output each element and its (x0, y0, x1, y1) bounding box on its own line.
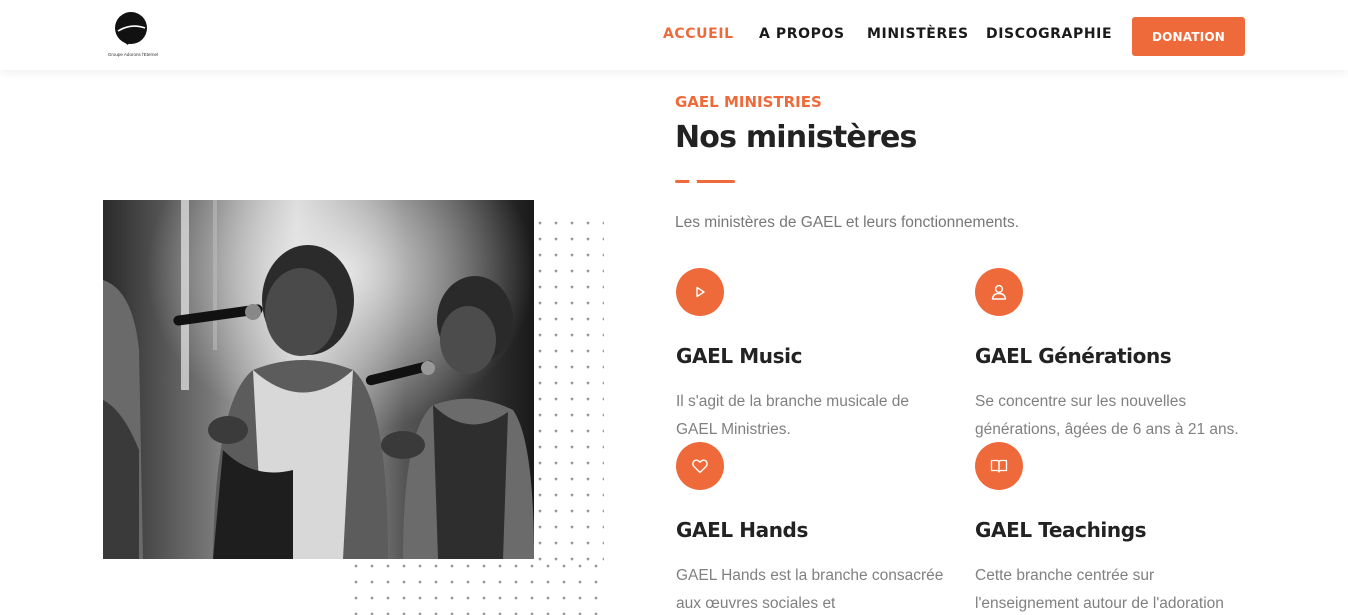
nav-ministeres[interactable]: MINISTÈRES (867, 26, 969, 42)
nav-a-propos[interactable]: A PROPOS (759, 26, 845, 42)
donation-button[interactable]: DONATION (1132, 17, 1245, 56)
card-text: Se concentre sur les nouvelles génératio… (975, 393, 1239, 438)
section-eyebrow: GAEL MINISTRIES (675, 93, 822, 111)
card-text: Cette branche centrée sur l'enseignement… (975, 567, 1224, 612)
title-divider (675, 179, 735, 185)
site-header: Groupe Adorons l'Eternel ACCUEIL A PROPO… (0, 0, 1348, 70)
card-title[interactable]: GAEL Hands (676, 518, 808, 542)
singers-photo (103, 200, 534, 559)
card-title[interactable]: GAEL Teachings (975, 518, 1147, 542)
user-icon[interactable] (975, 268, 1023, 316)
section-lead: Les ministères de GAEL et leurs fonction… (675, 214, 1020, 231)
card-title[interactable]: GAEL Générations (975, 344, 1172, 368)
dot-pattern-bottom (352, 562, 604, 615)
heart-icon[interactable] (676, 442, 724, 490)
card-text: GAEL Hands est la branche consacrée aux … (676, 567, 944, 612)
nav-discographie[interactable]: DISCOGRAPHIE (986, 26, 1112, 42)
book-icon[interactable] (975, 442, 1023, 490)
dot-pattern-right (536, 219, 604, 564)
section-title: Nos ministères (675, 120, 917, 155)
logo[interactable]: Groupe Adorons l'Eternel (104, 11, 162, 61)
card-title[interactable]: GAEL Music (676, 344, 802, 368)
nav-accueil[interactable]: ACCUEIL (663, 26, 734, 42)
logo-icon (115, 12, 147, 45)
play-icon[interactable] (676, 268, 724, 316)
logo-text: Groupe Adorons l'Eternel (107, 52, 159, 57)
card-text: Il s'agit de la branche musicale de GAEL… (676, 393, 910, 438)
